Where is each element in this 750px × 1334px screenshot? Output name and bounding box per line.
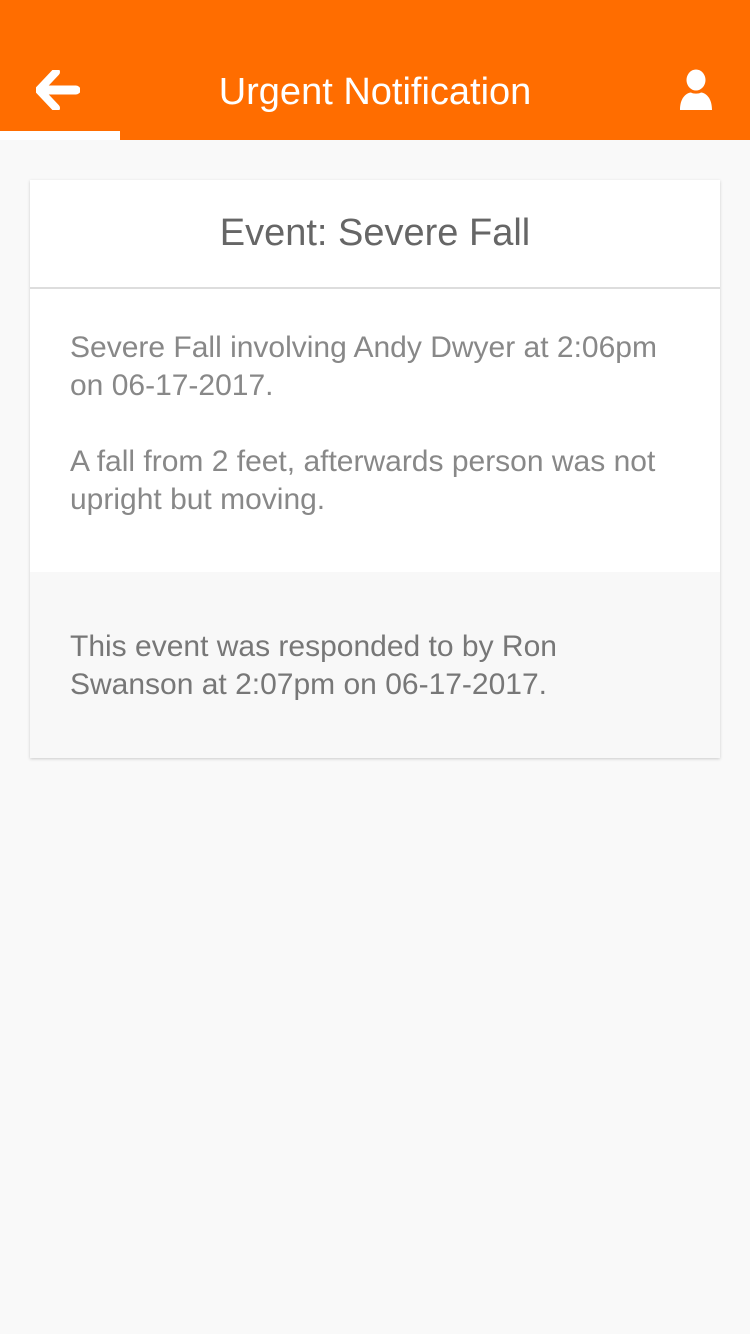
event-body: Severe Fall involving Andy Dwyer at 2:06… <box>30 289 720 572</box>
arrow-left-icon <box>36 70 80 110</box>
tab-indicator <box>0 131 120 140</box>
app-header: Urgent Notification <box>0 0 750 140</box>
page-title: Urgent Notification <box>218 71 532 113</box>
event-response: This event was responded to by Ron Swans… <box>30 572 720 758</box>
back-button[interactable] <box>30 62 86 118</box>
event-card: Event: Severe Fall Severe Fall involving… <box>30 180 720 758</box>
user-icon <box>680 69 712 110</box>
event-details: A fall from 2 feet, afterwards person wa… <box>70 445 656 516</box>
event-description: Severe Fall involving Andy Dwyer at 2:06… <box>70 331 657 402</box>
event-title: Event: Severe Fall <box>30 180 720 289</box>
profile-button[interactable] <box>672 64 720 116</box>
